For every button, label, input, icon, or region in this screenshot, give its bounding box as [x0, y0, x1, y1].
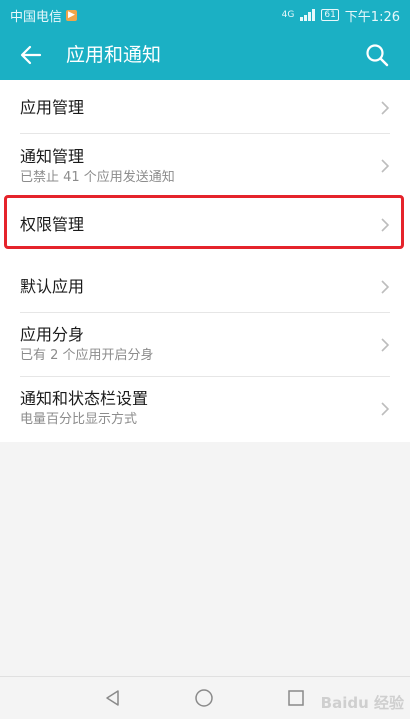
menu-item-subtitle: 已禁止 41 个应用发送通知 — [20, 170, 175, 185]
chevron-right-icon — [381, 280, 390, 294]
menu-item-subtitle: 已有 2 个应用开启分身 — [20, 348, 154, 363]
chevron-right-icon — [381, 101, 390, 115]
battery-icon: 61 — [321, 9, 339, 21]
menu-item-notification-statusbar-settings[interactable]: 通知和状态栏设置 电量百分比显示方式 — [0, 389, 410, 429]
menu-item-label: 应用分身 — [20, 325, 85, 344]
settings-group-2: 默认应用 应用分身 已有 2 个应用开启分身 通知和状态栏设置 电量百分比显示方… — [0, 252, 410, 442]
nav-recents-icon[interactable] — [287, 689, 305, 707]
highlight-box — [4, 195, 404, 249]
nav-home-icon[interactable] — [194, 688, 214, 708]
menu-item-notification-management[interactable]: 通知管理 已禁止 41 个应用发送通知 — [0, 147, 410, 187]
menu-item-label: 应用管理 — [20, 98, 85, 117]
status-bar: 中国电信 ▶ 4G 61 下午1:26 — [0, 0, 410, 30]
battery-level: 61 — [324, 10, 336, 20]
menu-item-default-apps[interactable]: 默认应用 — [0, 277, 410, 297]
navigation-bar: Baidu 经验 — [0, 676, 410, 719]
divider — [20, 133, 390, 134]
menu-item-label: 默认应用 — [20, 277, 85, 296]
sim-icon: ▶ — [66, 9, 78, 21]
divider — [20, 376, 390, 377]
divider — [20, 312, 390, 313]
carrier-info: 中国电信 ▶ — [10, 6, 78, 25]
menu-item-label: 通知管理 — [20, 147, 85, 166]
clock: 下午1:26 — [344, 9, 400, 25]
nav-back-icon[interactable] — [104, 689, 122, 707]
carrier-name: 中国电信 — [10, 9, 63, 25]
search-icon[interactable] — [364, 42, 390, 68]
chevron-right-icon — [381, 159, 390, 173]
menu-item-app-twin[interactable]: 应用分身 已有 2 个应用开启分身 — [0, 325, 410, 365]
watermark: Baidu 经验 — [320, 694, 404, 712]
app-bar: 应用和通知 — [0, 30, 410, 80]
menu-item-label: 通知和状态栏设置 — [20, 389, 149, 408]
chevron-right-icon — [381, 338, 390, 352]
menu-item-subtitle: 电量百分比显示方式 — [20, 412, 138, 427]
status-icons: 4G 61 下午1:26 — [282, 6, 400, 25]
page-title: 应用和通知 — [66, 44, 162, 66]
network-type: 4G — [281, 10, 295, 20]
chevron-right-icon — [381, 402, 390, 416]
menu-item-app-management[interactable]: 应用管理 — [0, 98, 410, 118]
signal-icon — [300, 9, 316, 21]
back-arrow-icon[interactable] — [18, 42, 44, 68]
